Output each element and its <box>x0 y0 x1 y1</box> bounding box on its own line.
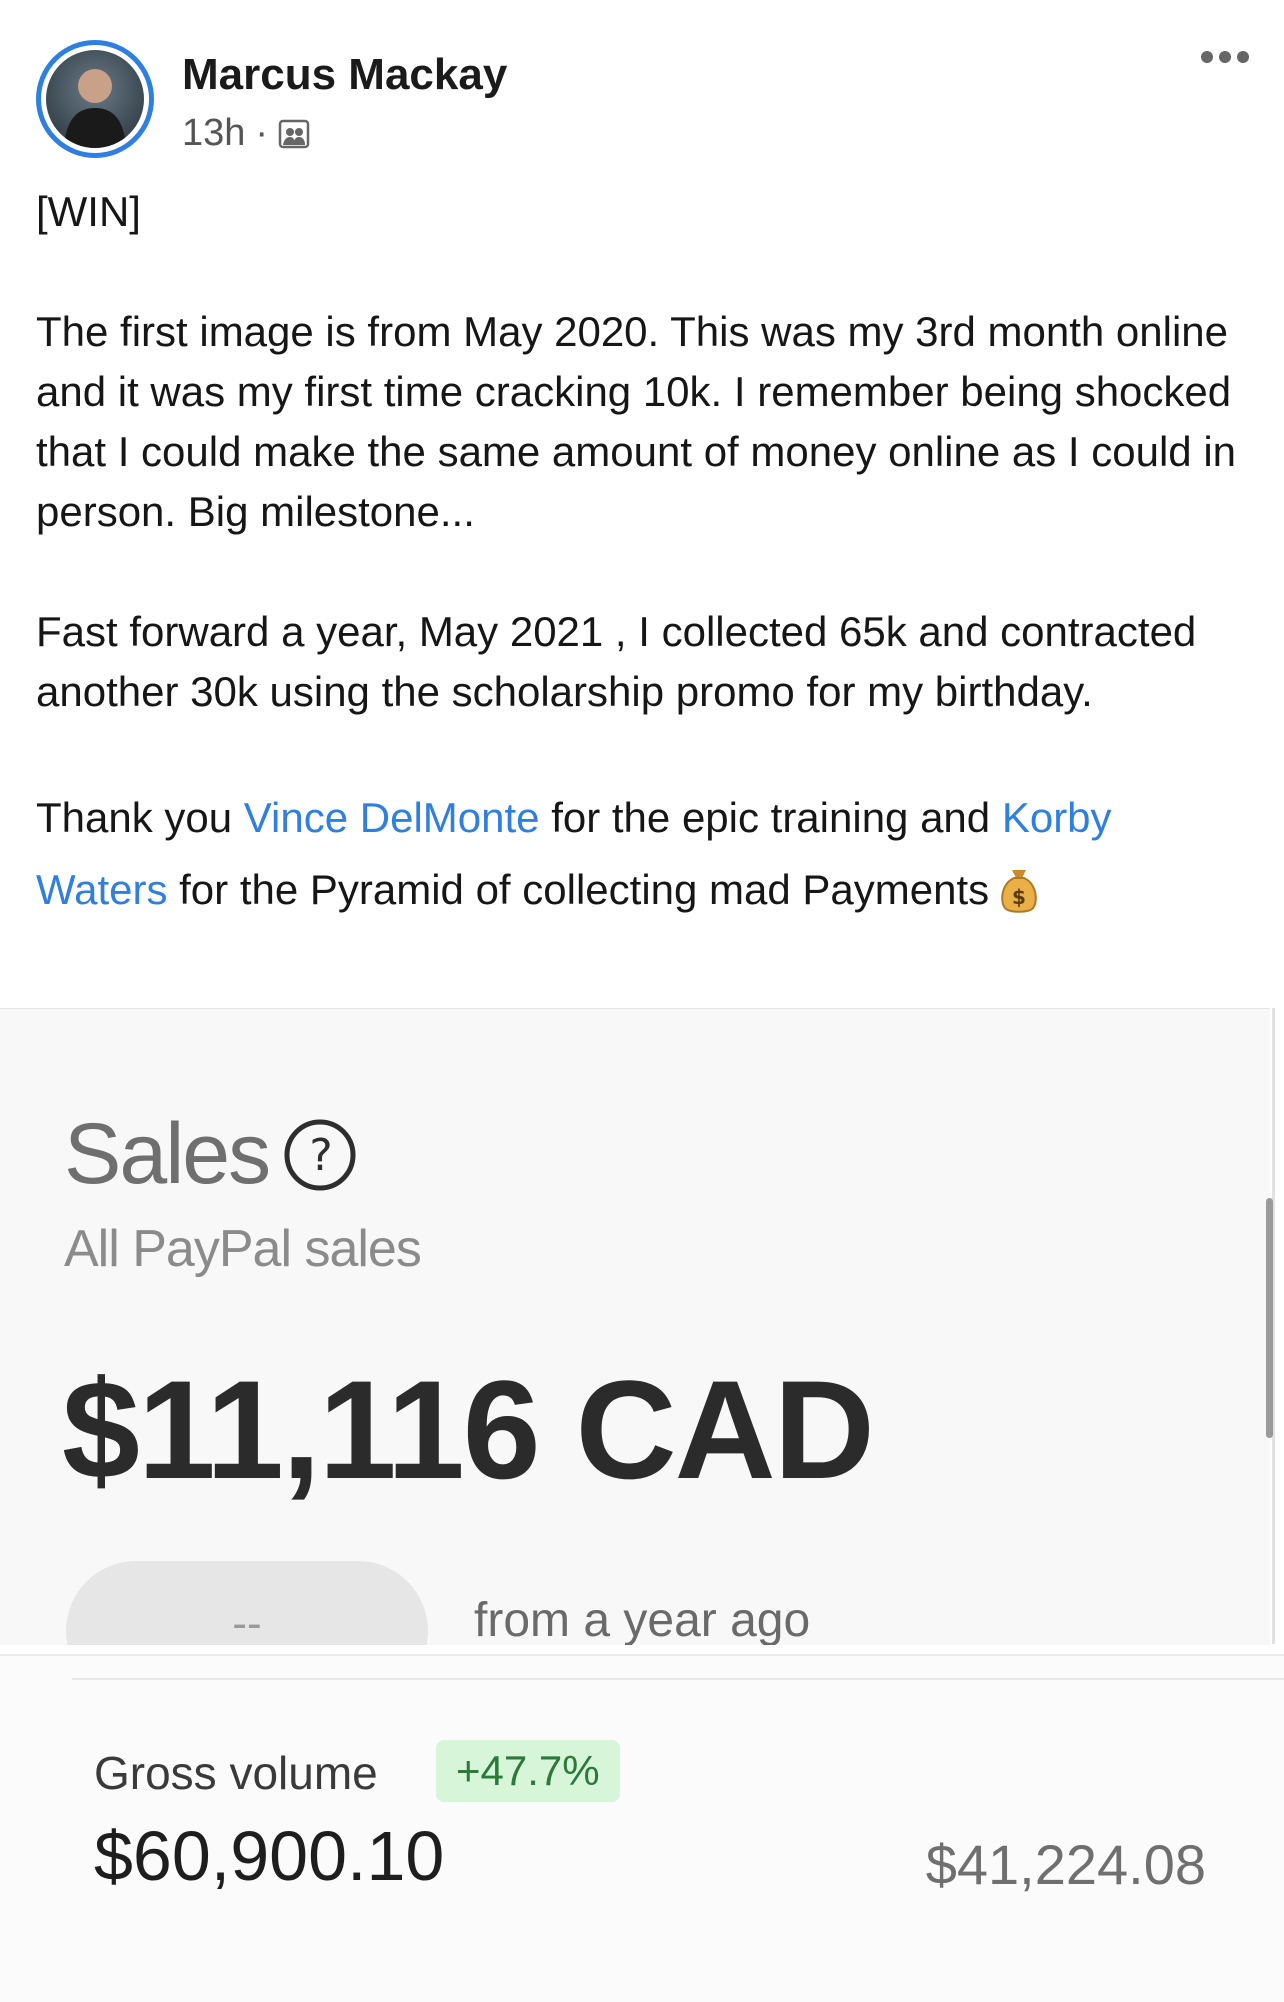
post-meta: 13h · <box>182 112 310 155</box>
group-icon <box>278 119 310 148</box>
thanks-text-end: for the Pyramid of collecting mad Paymen… <box>167 866 990 913</box>
sales-title: Sales <box>64 1106 271 1202</box>
avatar-photo <box>46 50 144 148</box>
previous-volume-value: $41,224.08 <box>925 1833 1206 1896</box>
sales-amount: $11,116 CAD <box>62 1351 875 1508</box>
thanks-text-mid: for the epic training and <box>539 794 1002 841</box>
more-dots-icon[interactable] <box>1200 50 1250 64</box>
sales-subtitle: All PayPal sales <box>64 1220 422 1278</box>
post-time: 13h <box>182 112 246 154</box>
svg-text:$: $ <box>1012 885 1026 909</box>
post-tag: [WIN] <box>36 188 141 235</box>
change-pill: -- <box>66 1561 428 1645</box>
change-pill-text: -- <box>232 1599 262 1645</box>
sales-screenshot[interactable]: Sales ? All PayPal sales $11,116 CAD -- … <box>0 1008 1270 1645</box>
question-circle-icon: ? <box>284 1119 356 1190</box>
money-bag-icon: $ <box>1001 870 1037 913</box>
divider <box>72 1678 1284 1680</box>
gross-volume-value: $60,900.10 <box>94 1817 445 1895</box>
person-silhouette-icon <box>64 69 126 148</box>
gross-volume-screenshot[interactable]: Gross volume +47.7% $60,900.10 $41,224.0… <box>0 1654 1284 2002</box>
avatar[interactable] <box>36 40 154 158</box>
sales-title-row: Sales ? <box>64 1105 357 1204</box>
meta-separator: · <box>255 112 269 154</box>
post-paragraph-3: Thank you Vince DelMonte for the epic tr… <box>36 782 1246 926</box>
gross-volume-label: Gross volume <box>94 1747 378 1799</box>
post-header: Marcus Mackay 13h · <box>0 0 1284 180</box>
post-paragraph-1: The first image is from May 2020. This w… <box>36 308 1237 535</box>
mention-vince-delmonte[interactable]: Vince DelMonte <box>244 794 540 841</box>
post-paragraph-2: Fast forward a year, May 2021 , I collec… <box>36 608 1197 715</box>
comparison-text: from a year ago <box>474 1594 811 1645</box>
change-badge: +47.7% <box>436 1740 620 1802</box>
thanks-text-start: Thank you <box>36 794 244 841</box>
svg-text:?: ? <box>309 1130 330 1181</box>
post-body: [WIN] The first image is from May 2020. … <box>36 182 1246 926</box>
scrollbar-thumb[interactable] <box>1266 1198 1273 1438</box>
author-name[interactable]: Marcus Mackay <box>182 50 507 100</box>
